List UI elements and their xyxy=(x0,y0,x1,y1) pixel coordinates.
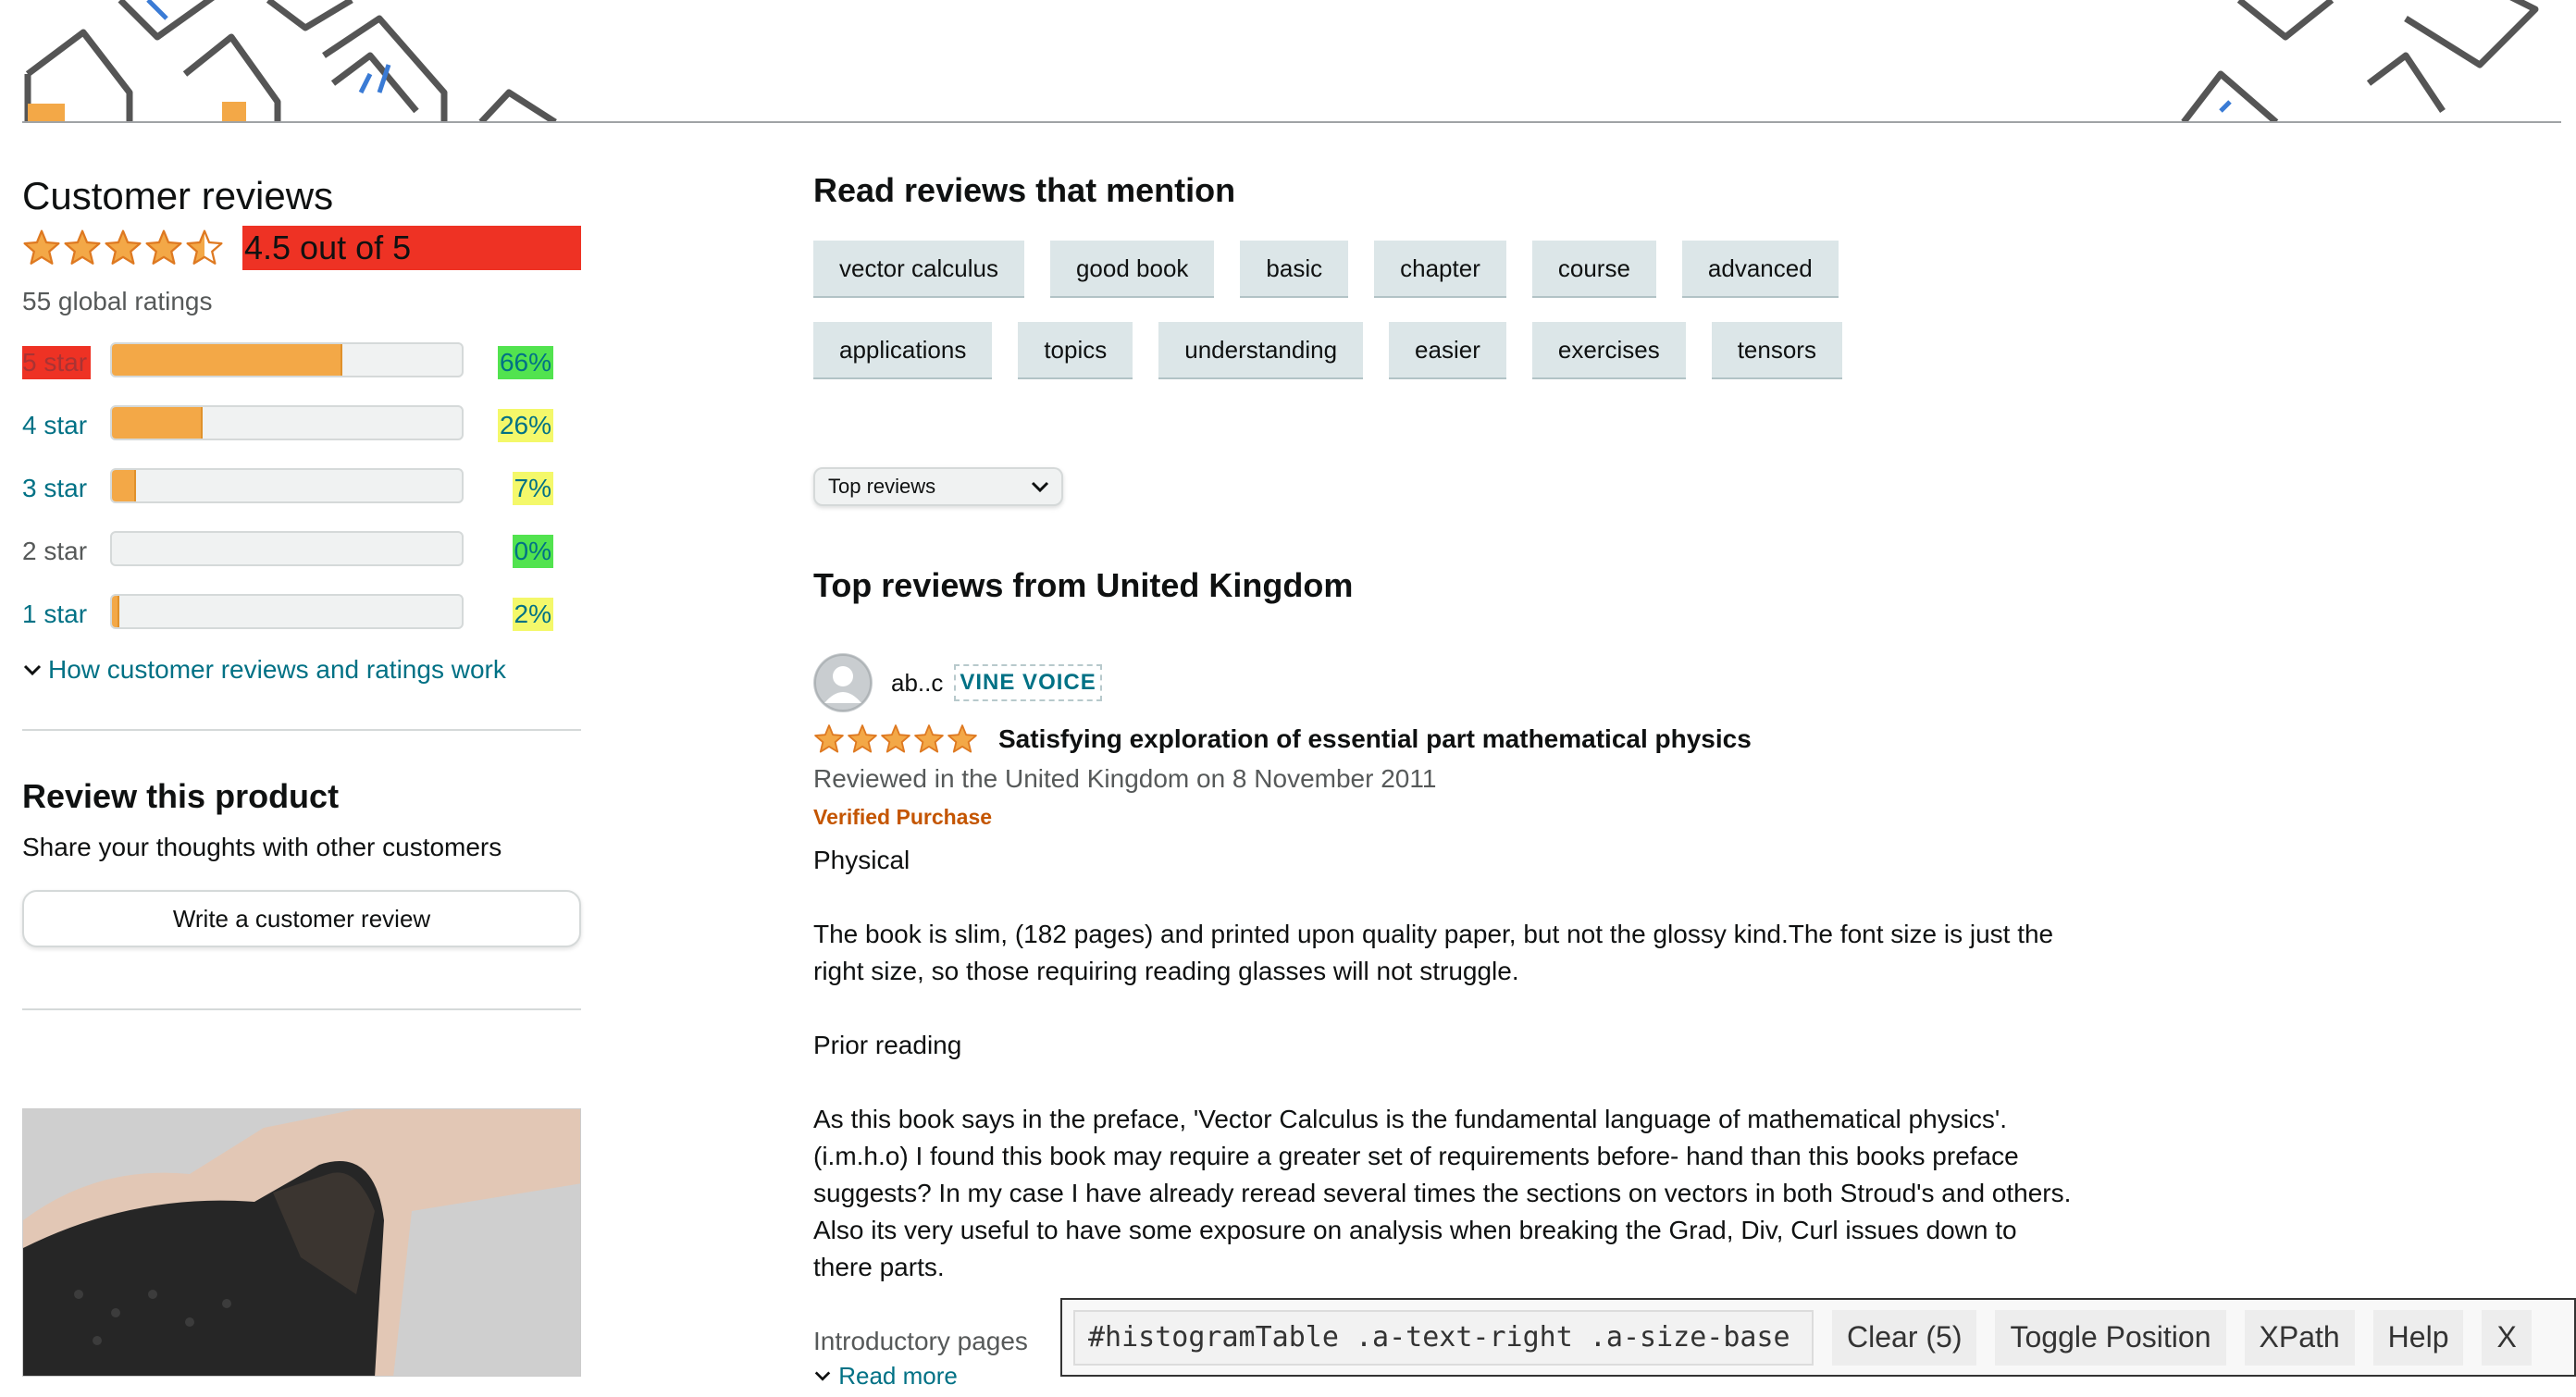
star-icon xyxy=(848,724,877,753)
review-paragraph: Physical xyxy=(813,846,910,874)
mention-chip[interactable]: understanding xyxy=(1158,322,1364,379)
how-ratings-work-text[interactable]: How customer reviews and ratings work xyxy=(48,655,506,685)
share-thoughts-text: Share your thoughts with other customers xyxy=(22,833,502,861)
histogram-fill xyxy=(112,470,137,501)
mention-chip[interactable]: advanced xyxy=(1681,241,1839,298)
star-icon xyxy=(23,229,60,265)
histogram-row-3[interactable]: 3 star 7% xyxy=(22,463,581,525)
reviewer-name[interactable]: ab..c xyxy=(891,669,943,698)
clear-button[interactable]: Clear (5) xyxy=(1832,1309,1977,1366)
write-review-button[interactable]: Write a customer review xyxy=(22,890,581,947)
mention-chip[interactable]: applications xyxy=(813,322,993,379)
xpath-button[interactable]: XPath xyxy=(2244,1309,2355,1366)
mention-chip[interactable]: exercises xyxy=(1531,322,1686,379)
section-divider xyxy=(22,729,581,731)
review-paragraph: Prior reading xyxy=(813,1031,962,1059)
histogram-bar[interactable] xyxy=(110,468,464,503)
sort-reviews-dropdown[interactable]: Top reviews xyxy=(813,467,1063,506)
review-stars-icon[interactable] xyxy=(813,723,978,755)
review-title[interactable]: Satisfying exploration of essential part… xyxy=(998,724,1752,754)
mention-chip[interactable]: easier xyxy=(1389,322,1506,379)
histogram-percent[interactable]: 66% xyxy=(497,346,553,379)
histogram-row-5[interactable]: 5 star 66% xyxy=(22,337,581,400)
section-divider xyxy=(22,1008,581,1010)
star-icon xyxy=(186,229,223,265)
chevron-down-icon xyxy=(23,664,42,676)
mention-chip[interactable]: chapter xyxy=(1374,241,1506,298)
star-icon xyxy=(881,724,910,753)
mention-chip[interactable]: basic xyxy=(1240,241,1349,298)
help-button[interactable]: Help xyxy=(2372,1309,2464,1366)
selector-toolbar: #histogramTable .a-text-right .a-size-ba… xyxy=(1060,1298,2576,1377)
histogram-fill xyxy=(112,596,119,627)
review-paragraph: The book is slim, (182 pages) and printe… xyxy=(813,920,2054,985)
histogram-percent[interactable]: 2% xyxy=(512,598,553,631)
read-more-text[interactable]: Read more xyxy=(838,1362,958,1390)
glove-photo-icon xyxy=(23,1109,580,1376)
histogram-row-1[interactable]: 1 star 2% xyxy=(22,588,581,651)
global-ratings-count: 55 global ratings xyxy=(22,287,213,315)
average-rating: 4.5 out of 5 xyxy=(22,226,581,270)
star-icon xyxy=(145,229,182,265)
banner-divider xyxy=(22,121,2561,123)
close-button[interactable]: X xyxy=(2482,1309,2532,1366)
selector-input[interactable]: #histogramTable .a-text-right .a-size-ba… xyxy=(1073,1309,1814,1366)
review-paragraph: As this book says in the preface, 'Vecto… xyxy=(813,1105,2072,1281)
histogram-label[interactable]: 1 star xyxy=(22,598,91,631)
reviewer-profile[interactable]: ab..c VINE VOICE xyxy=(813,653,1102,712)
histogram-label[interactable]: 3 star xyxy=(22,472,91,505)
star-icon xyxy=(914,724,944,753)
top-reviews-heading: Top reviews from United Kingdom xyxy=(813,566,1354,604)
mention-chips: vector calculus good book basic chapter … xyxy=(813,241,1924,403)
customer-reviews-heading: Customer reviews xyxy=(22,174,334,217)
vine-voice-badge[interactable]: VINE VOICE xyxy=(954,664,1102,701)
sponsored-product-image[interactable] xyxy=(22,1108,581,1377)
histogram-label: 2 star xyxy=(22,537,88,565)
chevron-down-icon xyxy=(1031,481,1049,493)
avatar[interactable] xyxy=(813,653,873,712)
read-reviews-mention-heading: Read reviews that mention xyxy=(813,171,1236,209)
histogram-label[interactable]: 5 star xyxy=(22,346,91,379)
mention-chip[interactable]: good book xyxy=(1049,241,1215,298)
ratings-summary: Customer reviews 4.5 out of 5 55 global … xyxy=(22,172,581,1010)
sort-selected-value: Top reviews xyxy=(828,475,936,498)
histogram-row-2: 2 star 0% xyxy=(22,525,581,588)
star-icon xyxy=(64,229,101,265)
histogram-percent[interactable]: 7% xyxy=(512,472,553,505)
mention-chip[interactable]: course xyxy=(1531,241,1656,298)
histogram-percent: 0% xyxy=(512,535,553,568)
histogram-bar[interactable] xyxy=(110,594,464,629)
chevron-down-icon xyxy=(814,1371,831,1381)
mention-chip[interactable]: vector calculus xyxy=(813,241,1024,298)
user-avatar-icon xyxy=(814,654,872,711)
books-banner xyxy=(0,0,2576,122)
mention-chip[interactable]: topics xyxy=(1018,322,1133,379)
review-product-heading: Review this product xyxy=(22,777,340,815)
histogram-percent[interactable]: 26% xyxy=(497,409,553,442)
rating-out-of-five: 4.5 out of 5 xyxy=(242,226,581,270)
review-date: Reviewed in the United Kingdom on 8 Nove… xyxy=(813,764,1437,793)
histogram-label[interactable]: 4 star xyxy=(22,409,91,442)
toggle-position-button[interactable]: Toggle Position xyxy=(1995,1309,2226,1366)
star-icon xyxy=(814,724,844,753)
star-icon xyxy=(105,229,142,265)
histogram-fill xyxy=(112,407,204,439)
verified-purchase-badge: Verified Purchase xyxy=(813,805,993,829)
book-illustrations-icon xyxy=(24,0,2539,122)
histogram-bar[interactable] xyxy=(110,342,464,377)
mention-chip[interactable]: tensors xyxy=(1711,322,1842,379)
review-header: Satisfying exploration of essential part… xyxy=(813,723,1752,755)
histogram-fill xyxy=(112,344,343,376)
reviews-main: Read reviews that mention vector calculu… xyxy=(813,167,2090,403)
star-icon xyxy=(947,724,977,753)
histogram-bar xyxy=(110,531,464,566)
histogram-table: 5 star 66% 4 star 26% 3 star 7% 2 star 0… xyxy=(22,337,581,651)
how-ratings-work-link[interactable]: How customer reviews and ratings work xyxy=(22,655,581,685)
average-stars-icon xyxy=(22,229,224,267)
histogram-bar[interactable] xyxy=(110,405,464,440)
histogram-row-4[interactable]: 4 star 26% xyxy=(22,400,581,463)
